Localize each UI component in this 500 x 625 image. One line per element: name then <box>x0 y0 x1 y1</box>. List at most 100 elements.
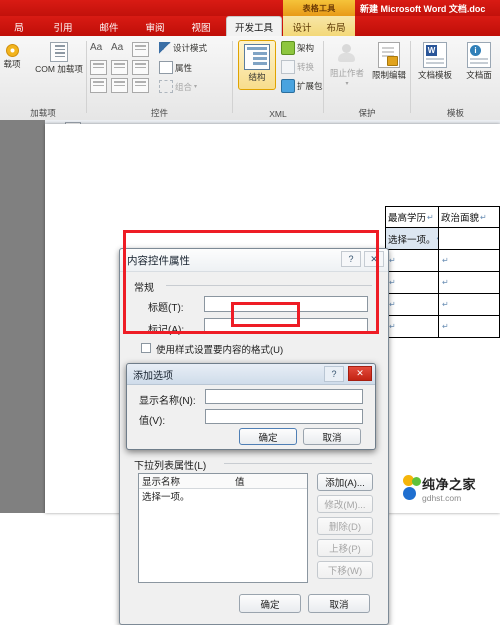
word-table[interactable]: 最高学历↵ 政治面貌↵ 选择一项。 ↵ ▼ ↵ ↵ ↵ ↵ ↵ ↵ ↵ ↵ <box>385 206 500 338</box>
table-cell[interactable]: ↵ <box>385 294 438 316</box>
tab-developer[interactable]: 开发工具 <box>226 16 282 36</box>
table-row[interactable]: ↵ ↵ <box>385 250 500 272</box>
com-addin-icon <box>50 42 68 62</box>
ribbon-group-controls: Aa Aa 设计模式 属性 组合 ▾ 控件 <box>87 36 232 120</box>
value-input[interactable] <box>205 409 363 424</box>
checkbox-control-button[interactable] <box>111 78 128 93</box>
restrict-editing-button[interactable]: 限制编辑 <box>368 42 410 81</box>
table-cell[interactable]: ↵ <box>438 316 500 338</box>
help-icon[interactable]: ? <box>324 366 344 382</box>
document-canvas: 最高学历↵ 政治面貌↵ 选择一项。 ↵ ▼ ↵ ↵ ↵ ↵ ↵ ↵ ↵ ↵ <box>0 120 500 625</box>
table-cell[interactable]: ↵ <box>438 272 500 294</box>
plain-text-control-button[interactable]: Aa <box>111 42 123 53</box>
design-mode-button[interactable]: 设计模式 <box>159 42 207 54</box>
dialog-title-bar[interactable]: 添加选项 ? ✕ <box>127 364 375 385</box>
table-row[interactable]: ↵ ↵ <box>385 316 500 338</box>
ribbon-body: 载项 COM 加载项 加载项 Aa Aa 设计模式 属性 组合 ▾ 控件 结构 … <box>0 36 500 121</box>
dialog-title: 内容控件属性 <box>127 254 190 267</box>
add-option-cancel-button[interactable]: 取消 <box>303 428 361 445</box>
dropdown-items-list[interactable]: 显示名称 值 选择一项。 <box>138 473 308 583</box>
move-down-button[interactable]: 下移(W) <box>317 561 373 579</box>
help-icon[interactable]: ? <box>341 251 361 267</box>
table-cell[interactable]: ↵ <box>438 294 500 316</box>
table-cell[interactable]: ↵ <box>438 250 500 272</box>
display-name-input[interactable] <box>205 389 363 404</box>
table-header-cell: 最高学历 ↵ <box>385 206 438 228</box>
dialog-title: 添加选项 <box>133 370 173 382</box>
expansion-pack-button[interactable]: 扩展包 <box>281 79 323 93</box>
tab-references[interactable]: 引用 <box>46 17 80 36</box>
ribbon-group-addins: 载项 COM 加载项 加载项 <box>0 36 86 120</box>
addins-button[interactable]: 载项 <box>0 44 32 70</box>
rich-text-control-button[interactable]: Aa <box>90 42 102 53</box>
close-icon[interactable]: ✕ <box>348 366 372 381</box>
properties-button[interactable]: 属性 <box>159 61 192 74</box>
legacy-tools-button[interactable] <box>132 78 149 93</box>
move-up-button[interactable]: 上移(P) <box>317 539 373 557</box>
document-template-icon: W <box>423 42 447 68</box>
picture-icon <box>132 42 149 57</box>
schema-button[interactable]: 架构 <box>281 41 314 55</box>
cancel-button[interactable]: 取消 <box>308 594 370 613</box>
paragraph-mark-icon: ↵ <box>427 212 434 222</box>
tab-review[interactable]: 审阅 <box>138 17 172 36</box>
table-header-cell: 政治面貌 ↵ <box>438 206 500 228</box>
paragraph-mark-icon: ↵ <box>389 278 396 287</box>
table-cell[interactable]: ↵ <box>385 250 438 272</box>
group-label-templates: 模板 <box>446 108 464 118</box>
tag-input[interactable] <box>204 318 368 334</box>
delete-button[interactable]: 删除(D) <box>317 517 373 535</box>
dropdown-content-control-cell[interactable]: 选择一项。 ↵ ▼ <box>385 228 438 250</box>
dialog-title-bar[interactable]: 内容控件属性 ? ✕ <box>120 249 388 272</box>
tab-table-layout[interactable]: 布局 <box>323 17 349 36</box>
building-block-button[interactable] <box>90 60 107 75</box>
add-option-dialog[interactable]: 添加选项 ? ✕ 显示名称(N): 值(V): 确定 取消 <box>126 363 376 450</box>
close-icon[interactable]: ✕ <box>364 251 384 267</box>
tab-layout[interactable]: 局 <box>6 17 32 36</box>
add-button[interactable]: 添加(A)... <box>317 473 373 491</box>
table-cell[interactable]: ↵ <box>385 316 438 338</box>
tab-table-design[interactable]: 设计 <box>289 17 315 36</box>
watermark-name-en: gdhst.com <box>422 492 462 503</box>
ok-button[interactable]: 确定 <box>239 594 301 613</box>
group-label-protect: 保护 <box>358 108 376 118</box>
add-option-ok-button[interactable]: 确定 <box>239 428 297 445</box>
tab-view[interactable]: 视图 <box>184 17 218 36</box>
building-block-icon <box>90 60 107 75</box>
list-header-display-name: 显示名称 <box>142 477 181 488</box>
com-addins-button[interactable]: COM 加载项 <box>32 42 86 75</box>
table-row[interactable]: ↵ ↵ <box>385 272 500 294</box>
document-template-button[interactable]: W 文档模板 <box>413 42 457 81</box>
block-authors-button[interactable]: 阻止作者 ▾ <box>326 44 368 87</box>
contextual-tab-group-label: 表格工具 <box>302 3 336 13</box>
title-input[interactable] <box>204 296 368 312</box>
date-picker-button[interactable] <box>90 78 107 93</box>
section-divider <box>224 463 372 464</box>
picture-control-button[interactable] <box>132 42 149 57</box>
transform-button[interactable]: 转换 <box>281 60 314 74</box>
contextual-tab-strip: 设计 布局 <box>283 16 355 36</box>
chevron-down-icon[interactable]: ▾ <box>194 83 197 90</box>
structure-button[interactable]: 结构 <box>238 40 276 90</box>
document-title: 新建 Microsoft Word 文档.doc <box>360 0 485 16</box>
group-label-xml: XML <box>269 109 287 119</box>
modify-button[interactable]: 修改(M)... <box>317 495 373 513</box>
chevron-down-icon[interactable]: ▾ <box>345 80 348 87</box>
document-panel-button[interactable]: i 文档面 <box>457 42 500 81</box>
table-cell[interactable] <box>438 228 500 250</box>
table-row[interactable]: ↵ ↵ <box>385 294 500 316</box>
list-item[interactable]: 选择一项。 <box>139 489 307 503</box>
dropdown-list-button[interactable] <box>132 60 149 75</box>
paragraph-mark-icon: ↵ <box>389 322 396 331</box>
combo-box-button[interactable] <box>111 60 128 75</box>
block-authors-icon <box>335 44 359 66</box>
tab-mailings[interactable]: 邮件 <box>92 17 126 36</box>
use-style-checkbox[interactable] <box>141 343 151 353</box>
rich-text-icon: Aa <box>90 42 103 53</box>
group-button[interactable]: 组合 ▾ <box>159 80 197 93</box>
document-panel-icon: i <box>467 42 491 68</box>
date-picker-icon <box>90 78 107 93</box>
display-name-label: 显示名称(N): <box>139 396 196 407</box>
table-cell[interactable]: ↵ <box>385 272 438 294</box>
table-row[interactable]: 选择一项。 ↵ ▼ <box>385 228 500 250</box>
